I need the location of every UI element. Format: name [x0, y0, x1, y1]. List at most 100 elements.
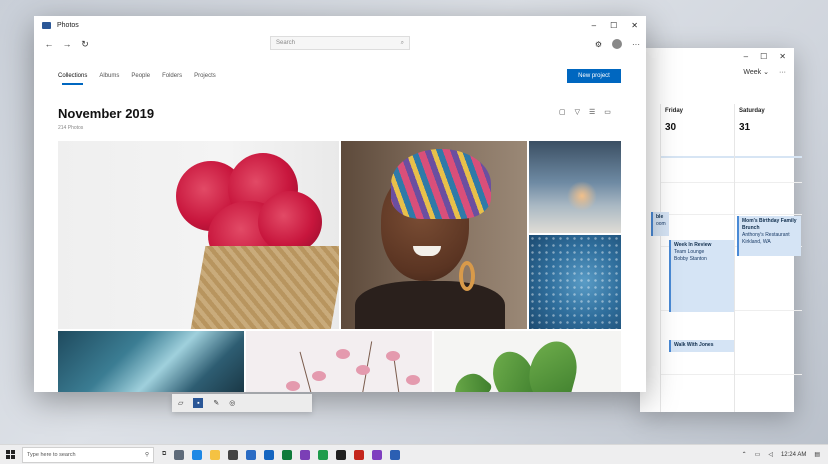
photo-pink-flowers[interactable] — [246, 331, 432, 392]
cal-close-button[interactable]: ✕ — [779, 52, 786, 61]
taskbar-app-icon[interactable] — [192, 449, 203, 460]
taskbar-app-icon[interactable] — [264, 449, 275, 460]
taskbar-app-icon[interactable] — [354, 449, 365, 460]
calendar-thumb-icon[interactable]: ▪ — [193, 398, 204, 408]
start-button[interactable] — [0, 445, 20, 464]
avatar[interactable] — [612, 39, 622, 49]
chevron-up-icon[interactable]: ⌃ — [742, 451, 747, 458]
taskbar-app-icon[interactable] — [246, 449, 257, 460]
folder-icon[interactable]: ▱ — [178, 399, 183, 407]
taskbar-app-icon[interactable] — [336, 449, 347, 460]
windows-logo-icon — [5, 450, 15, 459]
calendar-event[interactable]: Week In Review Team Lounge Bobby Stanton — [669, 240, 735, 312]
photo-sunset[interactable] — [529, 141, 621, 233]
more-button[interactable]: ··· — [632, 40, 640, 49]
petal — [386, 351, 400, 361]
hour-line — [661, 374, 734, 375]
day-number: 30 — [665, 122, 677, 133]
leaf — [448, 367, 494, 392]
taskbar-app-icon[interactable] — [318, 449, 329, 460]
taskbar-app-icon[interactable] — [174, 449, 185, 460]
select-icon[interactable]: ▢ — [559, 108, 566, 116]
event-detail: oom — [656, 221, 666, 227]
volume-icon[interactable]: ◁ — [768, 451, 773, 458]
notification-icon[interactable]: ▤ — [814, 451, 820, 458]
cal-maximize-button[interactable]: ☐ — [760, 52, 767, 61]
forward-button[interactable]: → — [58, 39, 76, 49]
tab-projects[interactable]: Projects — [194, 73, 216, 79]
taskbar: Type here to search ⚲ ⧉ ⌃ ▭ ◁ 12:24 AM ▤ — [0, 444, 828, 464]
calendar-titlebar: – ☐ ✕ — [640, 48, 794, 64]
task-view-icon[interactable]: ⧉ — [162, 451, 166, 458]
taskview-mini-toolbar: ▱ ▪ ✎ ◎ — [172, 394, 312, 412]
photos-titlebar: Photos – ☐ ✕ — [34, 16, 646, 34]
photo-portrait[interactable] — [341, 141, 527, 329]
taskbar-app-icon[interactable] — [282, 449, 293, 460]
collection-tabs: Collections Albums People Folders Projec… — [58, 73, 216, 85]
close-button[interactable]: ✕ — [631, 21, 638, 30]
tab-collections[interactable]: Collections — [58, 73, 87, 85]
tab-folders[interactable]: Folders — [162, 73, 182, 79]
view-toolbar: ▢ ▽ ☰ ▭ — [559, 108, 611, 116]
photo-ocean-rocks[interactable] — [58, 331, 244, 392]
microphone-icon[interactable]: ⚲ — [145, 452, 149, 458]
cal-more-button[interactable]: ··· — [779, 69, 786, 76]
day-name: Saturday — [739, 108, 765, 114]
taskbar-app-icons: ⧉ — [162, 449, 401, 460]
taskbar-app-icon[interactable] — [228, 449, 239, 460]
stem — [299, 351, 314, 392]
dew-texture — [529, 235, 621, 329]
photo-dew-drops[interactable] — [529, 235, 621, 329]
back-button[interactable]: ← — [40, 39, 58, 49]
calendar-window: – ☐ ✕ Week ⌄ ··· Friday 30 ble oom Week I… — [640, 48, 802, 412]
search-icon[interactable]: ⌕ — [401, 40, 404, 47]
calendar-event[interactable]: ble oom — [651, 212, 669, 236]
taskbar-app-icon[interactable] — [372, 449, 383, 460]
bloom — [258, 191, 322, 253]
filter-icon[interactable]: ▽ — [575, 108, 580, 116]
petal — [312, 371, 326, 381]
day-name: Friday — [665, 108, 684, 114]
cal-minimize-button[interactable]: – — [744, 52, 748, 61]
system-tray: ⌃ ▭ ◁ 12:24 AM ▤ — [742, 451, 828, 459]
slideshow-icon[interactable]: ▭ — [604, 108, 611, 116]
minimize-button[interactable]: – — [592, 21, 596, 30]
pen-icon[interactable]: ✎ — [213, 399, 219, 407]
event-city: Kirkland, WA — [742, 239, 771, 245]
globe-icon[interactable]: ◎ — [229, 399, 235, 407]
photo-plant-leaves[interactable] — [434, 331, 621, 392]
portrait-body — [355, 281, 505, 329]
new-project-button[interactable]: New project — [567, 69, 621, 83]
calendar-event[interactable]: Walk With Jones — [669, 340, 735, 352]
event-title: Week In Review — [674, 242, 712, 248]
taskbar-app-icon[interactable] — [390, 449, 401, 460]
petal — [356, 365, 370, 375]
tab-albums[interactable]: Albums — [99, 73, 119, 79]
chevron-down-icon: ⌄ — [763, 69, 769, 76]
refresh-button[interactable]: ↻ — [76, 39, 94, 50]
taskbar-search-input[interactable]: Type here to search ⚲ — [22, 446, 154, 463]
list-view-icon[interactable]: ☰ — [589, 108, 595, 116]
taskbar-app-icon[interactable] — [210, 449, 221, 460]
calendar-event[interactable]: Mom's Birthday Family Brunch Anthony's R… — [737, 216, 801, 256]
all-day-row — [661, 144, 734, 158]
hour-line — [735, 182, 802, 183]
petal — [336, 349, 350, 359]
tab-people[interactable]: People — [131, 73, 150, 79]
event-title: ble — [656, 214, 664, 220]
basket — [190, 246, 339, 329]
maximize-button[interactable]: ☐ — [610, 21, 617, 30]
photo-flower-basket[interactable] — [58, 141, 339, 329]
clock[interactable]: 12:24 AM — [781, 452, 806, 458]
day-column-saturday: Saturday 31 Mom's Birthday Family Brunch… — [734, 104, 802, 412]
search-input[interactable]: Search ⌕ — [270, 36, 410, 50]
settings-gear-icon[interactable]: ⚙ — [595, 40, 602, 49]
event-location: Team Lounge — [674, 249, 705, 255]
hour-line — [735, 374, 802, 375]
event-title: Walk With Jones — [674, 342, 714, 348]
taskbar-app-icon[interactable] — [300, 449, 311, 460]
hour-line — [661, 182, 734, 183]
network-icon[interactable]: ▭ — [755, 451, 761, 458]
view-selector[interactable]: Week ⌄ — [743, 68, 769, 76]
leaf — [522, 336, 584, 392]
